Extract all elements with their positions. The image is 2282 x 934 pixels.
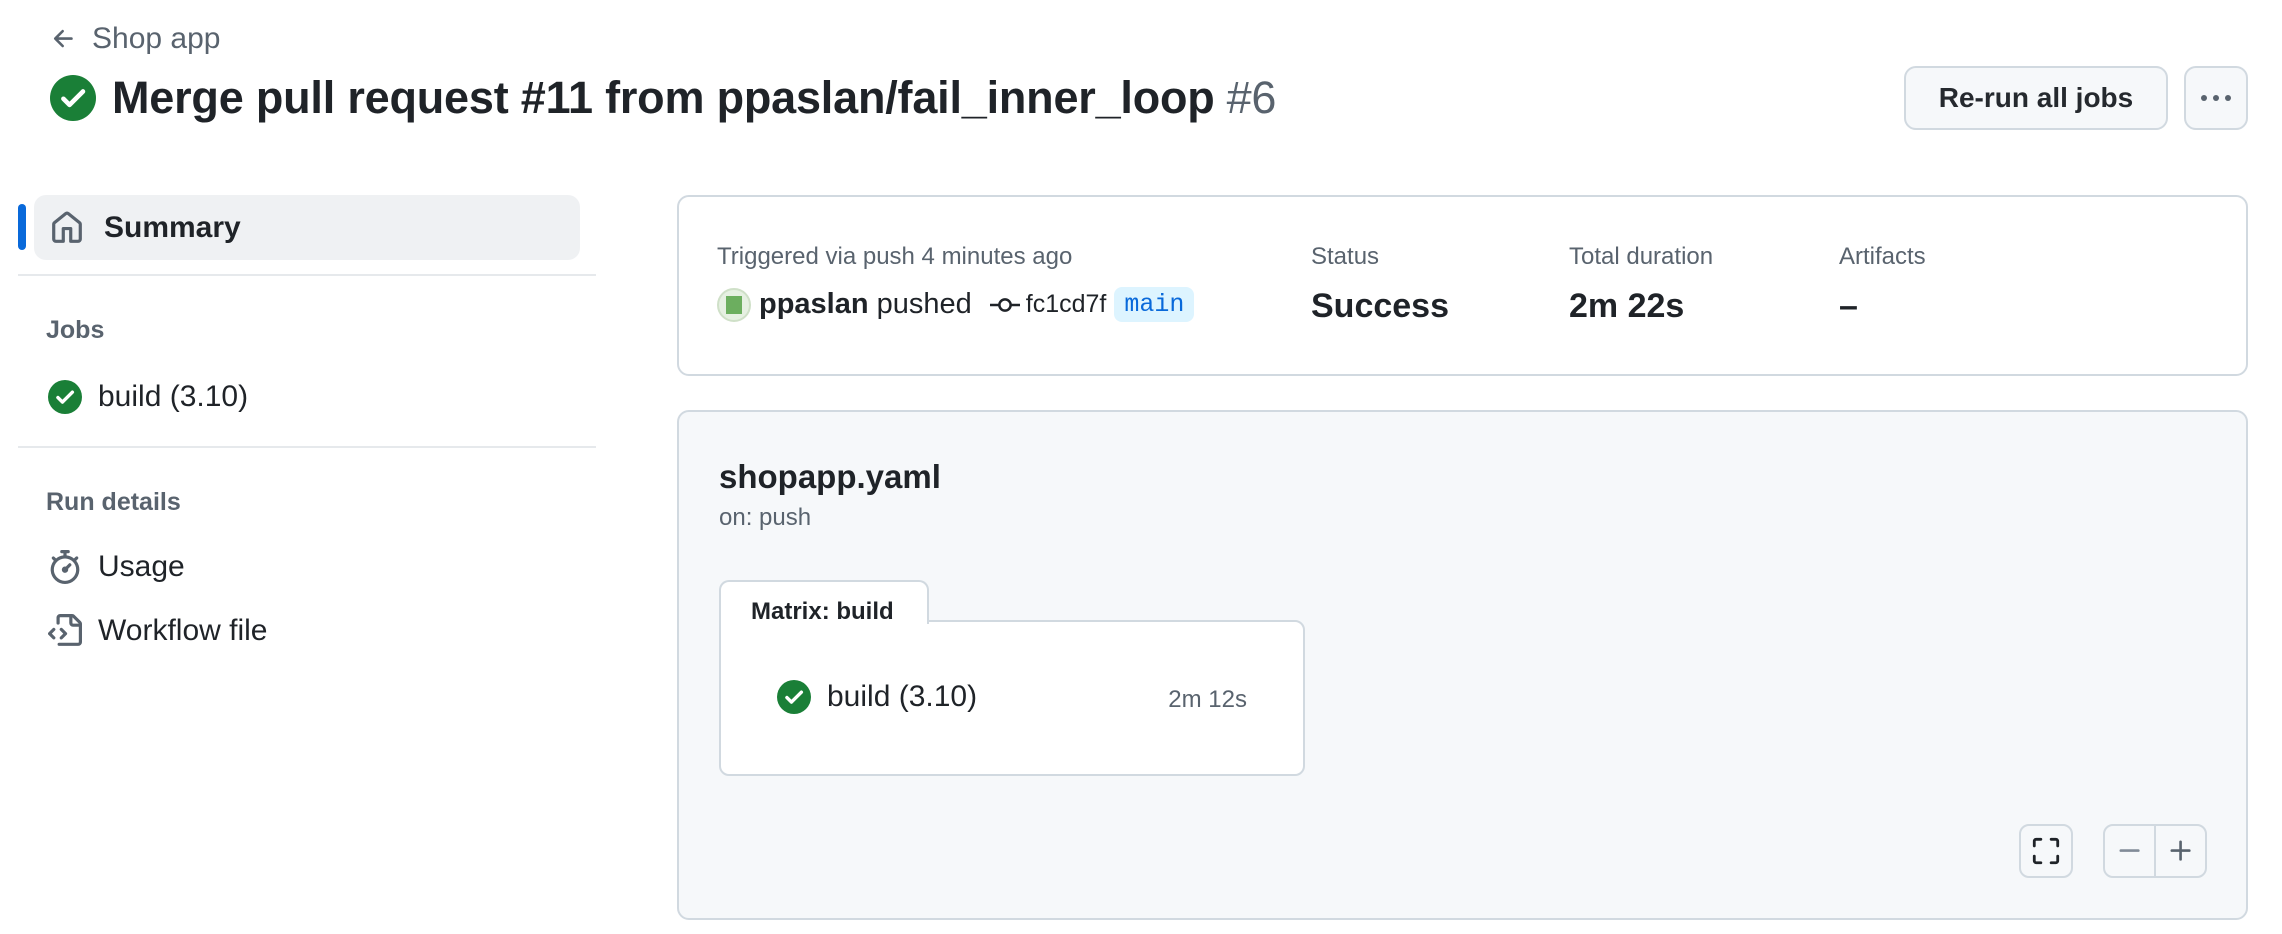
matrix-label: Matrix: build xyxy=(719,580,929,625)
back-link-label: Shop app xyxy=(92,22,221,55)
duration-label: Total duration xyxy=(1569,243,1714,270)
actor-link[interactable]: ppaslan xyxy=(759,288,869,321)
identicon-icon xyxy=(726,295,742,314)
check-circle-fill-icon xyxy=(48,380,82,414)
trigger-text: Triggered via push 4 minutes ago xyxy=(717,243,1073,270)
stopwatch-icon xyxy=(50,550,80,584)
plus-icon xyxy=(2170,840,2191,861)
run-title-text: Merge pull request #11 from ppaslan/fail… xyxy=(112,72,1215,123)
sidebar-active-indicator xyxy=(18,204,26,250)
sidebar-divider xyxy=(18,446,596,448)
sidebar-item-workflow-file[interactable]: Workflow file xyxy=(48,614,267,648)
sidebar-item-label: Workflow file xyxy=(98,614,268,647)
sidebar-item-label: build (3.10) xyxy=(98,380,249,413)
artifacts-label: Artifacts xyxy=(1839,243,1926,270)
check-circle-fill-icon xyxy=(777,680,811,714)
more-options-button[interactable] xyxy=(2184,66,2248,130)
job-node[interactable]: build (3.10) xyxy=(777,680,977,714)
status-value: Success xyxy=(1311,287,1449,325)
run-summary-card: Triggered via push 4 minutes ago ppaslan… xyxy=(677,195,2248,376)
run-number: #6 xyxy=(1226,72,1277,123)
rerun-all-jobs-button[interactable]: Re-run all jobs xyxy=(1904,66,2168,130)
kebab-dot-icon xyxy=(2213,95,2219,101)
home-icon xyxy=(52,211,82,243)
file-code-icon xyxy=(48,614,82,646)
job-name: build (3.10) xyxy=(827,680,978,713)
action-text: pushed xyxy=(876,288,972,320)
git-commit-icon xyxy=(989,297,1020,312)
job-duration: 2m 12s xyxy=(1168,686,1247,713)
zoom-controls xyxy=(2103,824,2207,878)
artifacts-value: – xyxy=(1839,287,1858,325)
arrow-left-icon xyxy=(53,29,73,48)
run-title-row: Merge pull request #11 from ppaslan/fail… xyxy=(50,72,1276,124)
page-title: Merge pull request #11 from ppaslan/fail… xyxy=(112,72,1276,124)
back-link[interactable]: Shop app xyxy=(50,22,220,56)
kebab-dot-icon xyxy=(2201,95,2207,101)
sidebar-item-label: Summary xyxy=(104,210,241,244)
sidebar-item-label: Usage xyxy=(98,550,185,583)
trigger-details: ppaslan pushed fc1cd7f main xyxy=(717,287,1195,322)
workflow-file-name: shopapp.yaml xyxy=(719,458,941,495)
screen-full-icon xyxy=(2032,837,2060,865)
fullscreen-button[interactable] xyxy=(2019,824,2073,878)
duration-value: 2m 22s xyxy=(1569,287,1685,325)
run-details-heading: Run details xyxy=(46,488,181,516)
dash-icon xyxy=(2119,849,2140,852)
sidebar-item-usage[interactable]: Usage xyxy=(48,550,185,584)
branch-badge[interactable]: main xyxy=(1114,287,1195,322)
zoom-out-button[interactable] xyxy=(2105,826,2156,876)
workflow-trigger: on: push xyxy=(719,504,812,531)
sidebar-item-job[interactable]: build (3.10) xyxy=(48,380,248,414)
check-circle-fill-icon xyxy=(50,75,96,121)
commit-sha: fc1cd7f xyxy=(1025,290,1107,318)
commit-link[interactable]: fc1cd7f xyxy=(989,290,1107,319)
kebab-dot-icon xyxy=(2225,95,2231,101)
avatar[interactable] xyxy=(717,287,751,322)
workflow-graph-card: shopapp.yaml on: push Matrix: build buil… xyxy=(677,410,2248,920)
sidebar-item-summary[interactable]: Summary xyxy=(34,195,580,260)
zoom-in-button[interactable] xyxy=(2156,826,2205,876)
status-label: Status xyxy=(1311,243,1380,270)
matrix-group: build (3.10) 2m 12s xyxy=(719,620,1305,776)
sidebar-divider xyxy=(18,274,596,276)
jobs-heading: Jobs xyxy=(46,316,105,344)
